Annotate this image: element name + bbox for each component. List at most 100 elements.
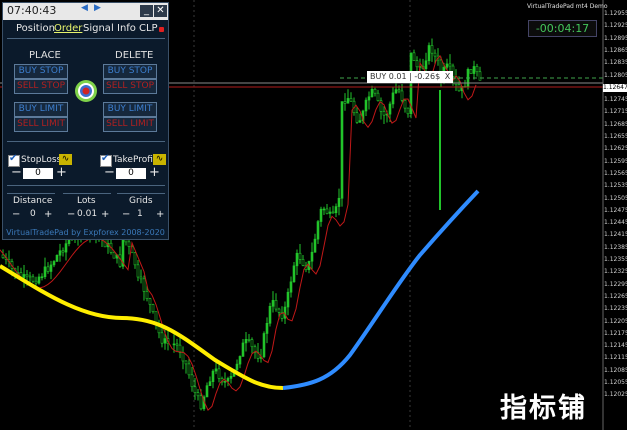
delete-buy-limit-button[interactable]: BUY LIMIT bbox=[103, 102, 157, 117]
grids-label: Grids bbox=[129, 196, 153, 206]
candle-body bbox=[181, 352, 185, 362]
price-tick-label: 1.12145 bbox=[604, 342, 627, 350]
candle-body bbox=[313, 238, 317, 253]
candle-body bbox=[190, 374, 194, 388]
candle-body bbox=[175, 343, 179, 346]
close-trade-button[interactable]: X bbox=[442, 71, 453, 83]
candle-body bbox=[49, 264, 53, 272]
candle-body bbox=[250, 339, 254, 348]
price-tick-label: 1.12295 bbox=[604, 280, 627, 288]
candle-body bbox=[127, 241, 131, 247]
delete-sell-limit-button[interactable]: SELL LIMIT bbox=[103, 117, 157, 132]
candle-body bbox=[31, 276, 35, 282]
candle-body bbox=[334, 206, 338, 214]
candle-body bbox=[337, 197, 341, 207]
price-tick-label: 1.12595 bbox=[604, 157, 627, 165]
candle-body bbox=[319, 208, 323, 222]
candle-body bbox=[268, 306, 272, 324]
price-tick-label: 1.12115 bbox=[604, 354, 627, 362]
arrow-left-icon[interactable]: ◀ bbox=[81, 3, 88, 13]
tab-clp[interactable]: CLP bbox=[139, 23, 158, 34]
candle-body bbox=[64, 243, 68, 253]
price-tick-label: 1.12805 bbox=[604, 71, 627, 79]
price-tick-label: 1.12475 bbox=[604, 206, 627, 214]
candle-body bbox=[373, 88, 377, 94]
open-trade-label[interactable]: BUY 0.01 | -0.26$ bbox=[367, 71, 444, 83]
divider bbox=[117, 193, 165, 194]
lots-minus-button[interactable]: − bbox=[67, 209, 75, 221]
candle-body bbox=[328, 211, 332, 214]
candle-body bbox=[322, 208, 326, 211]
candle-body bbox=[235, 363, 239, 370]
candle-body bbox=[355, 112, 359, 123]
arrow-right-icon[interactable]: ▶ bbox=[94, 3, 101, 13]
panel-titlebar[interactable]: 07:40:43 ◀ ▶ _ ✕ bbox=[3, 3, 168, 20]
candle-body bbox=[22, 274, 26, 279]
candle-body bbox=[394, 89, 398, 94]
candle-body bbox=[424, 60, 428, 69]
grids-minus-button[interactable]: − bbox=[122, 209, 130, 221]
candle-body bbox=[262, 333, 266, 358]
grids-plus-button[interactable]: + bbox=[156, 209, 164, 221]
candle-body bbox=[403, 100, 407, 109]
candle-body bbox=[142, 278, 146, 292]
tab-info[interactable]: Info bbox=[117, 23, 136, 34]
price-tick-label: 1.12955 bbox=[604, 10, 627, 17]
candle-body bbox=[316, 221, 320, 240]
stoploss-minus-button[interactable]: − bbox=[11, 166, 22, 179]
target-icon[interactable] bbox=[74, 79, 98, 103]
candle-body bbox=[448, 63, 452, 67]
takeprofit-label: TakeProfit bbox=[113, 155, 157, 165]
candle-body bbox=[400, 90, 404, 101]
candle-body bbox=[160, 332, 164, 344]
candle-body bbox=[238, 356, 242, 365]
candle-body bbox=[133, 252, 137, 266]
lots-value[interactable]: 0.01 bbox=[77, 209, 97, 219]
grids-value[interactable]: 1 bbox=[137, 209, 143, 219]
tab-order[interactable]: Order bbox=[54, 23, 82, 34]
candle-body bbox=[67, 239, 71, 244]
lots-plus-button[interactable]: + bbox=[101, 209, 109, 221]
candle-body bbox=[295, 252, 299, 267]
price-tick-label: 1.12385 bbox=[604, 243, 627, 251]
place-buy-limit-button[interactable]: BUY LIMIT bbox=[14, 102, 68, 117]
chart-symbol-label: VirtualTradePad mt4 Demo bbox=[527, 3, 608, 10]
distance-value[interactable]: 0 bbox=[30, 209, 36, 219]
candle-body bbox=[292, 265, 296, 283]
place-sell-stop-button[interactable]: SELL STOP bbox=[14, 79, 68, 94]
candle-body bbox=[25, 274, 29, 277]
candle-body bbox=[199, 395, 203, 410]
delete-buy-stop-button[interactable]: BUY STOP bbox=[103, 64, 157, 79]
stoploss-label: StopLoss bbox=[21, 155, 62, 165]
price-tick-label: 1.12685 bbox=[604, 120, 627, 128]
candle-body bbox=[406, 107, 410, 115]
tab-position[interactable]: Position bbox=[16, 23, 55, 34]
price-tick-label: 1.12895 bbox=[604, 34, 627, 42]
candle-body bbox=[217, 368, 221, 379]
takeprofit-input[interactable]: 0 bbox=[116, 168, 146, 179]
candle-body bbox=[136, 264, 140, 278]
candle-body bbox=[58, 250, 62, 256]
distance-minus-button[interactable]: − bbox=[12, 209, 20, 221]
candle-body bbox=[211, 370, 215, 382]
candle-body bbox=[475, 66, 479, 73]
delete-sell-stop-button[interactable]: SELL STOP bbox=[103, 79, 157, 94]
virtual-trade-pad-panel: 07:40:43 ◀ ▶ _ ✕ Position Order Signal I… bbox=[2, 2, 169, 240]
candle-body bbox=[325, 208, 329, 214]
minimize-button[interactable]: _ bbox=[140, 5, 153, 17]
place-buy-stop-button[interactable]: BUY STOP bbox=[14, 64, 68, 79]
price-tick-label: 1.12265 bbox=[604, 292, 627, 300]
stoploss-plus-button[interactable]: + bbox=[56, 166, 67, 179]
place-sell-limit-button[interactable]: SELL LIMIT bbox=[14, 117, 68, 132]
candle-body bbox=[265, 323, 269, 334]
candle-body bbox=[118, 254, 122, 267]
takeprofit-minus-button[interactable]: − bbox=[104, 166, 115, 179]
candle-body bbox=[40, 276, 44, 279]
wave-icon[interactable]: ∿ bbox=[153, 154, 166, 165]
distance-plus-button[interactable]: + bbox=[44, 209, 52, 221]
takeprofit-plus-button[interactable]: + bbox=[149, 166, 160, 179]
wave-icon[interactable]: ∿ bbox=[59, 154, 72, 165]
tab-signal[interactable]: Signal bbox=[83, 23, 114, 34]
stoploss-input[interactable]: 0 bbox=[23, 168, 53, 179]
close-panel-button[interactable]: ✕ bbox=[154, 5, 167, 17]
